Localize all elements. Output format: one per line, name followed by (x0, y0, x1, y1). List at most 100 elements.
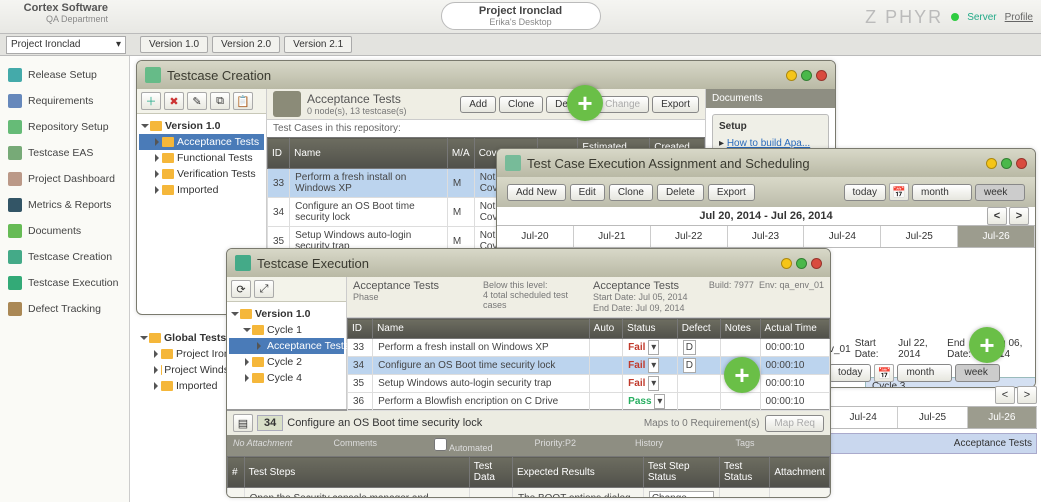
week-button-2[interactable]: week (955, 364, 1000, 382)
sidebar-item[interactable]: Documents (0, 218, 129, 244)
project-pill[interactable]: Project Ironclad Erika's Desktop (441, 2, 601, 30)
step-status-dropdown[interactable]: Change Status ▾ (649, 491, 714, 498)
close-icon[interactable] (811, 258, 822, 269)
sidebar-item[interactable]: Release Setup (0, 62, 129, 88)
close-icon[interactable] (1016, 158, 1027, 169)
col-header[interactable]: ID (268, 138, 290, 169)
month-button[interactable]: month (912, 184, 972, 201)
col-header[interactable]: Attachment (770, 457, 830, 488)
calendar-picker-icon[interactable]: 📅 (889, 183, 909, 201)
col-header[interactable]: Test Steps (244, 457, 469, 488)
add-cycle-overlay-button[interactable]: + (969, 327, 1005, 363)
day-cell[interactable]: Jul-26 (958, 226, 1035, 247)
tree-item[interactable]: Verification Tests (139, 166, 264, 182)
status-dropdown[interactable]: ▾ (654, 394, 665, 409)
week-button[interactable]: week (975, 184, 1025, 201)
sidebar-item[interactable]: Requirements (0, 88, 129, 114)
add-overlay-button[interactable]: + (567, 85, 603, 121)
expand-detail-icon[interactable]: ▤ (233, 414, 253, 432)
prev-button[interactable]: < (995, 386, 1015, 404)
edit-node-button[interactable]: ✎ (187, 92, 207, 110)
addnew-button[interactable]: Add New (507, 184, 566, 201)
day-cell[interactable]: Jul-25 (898, 407, 967, 428)
day-cell[interactable]: Jul-24 (829, 407, 898, 428)
sidebar-item[interactable]: Testcase Creation (0, 244, 129, 270)
sidebar-item[interactable]: Repository Setup (0, 114, 129, 140)
next-week-button[interactable]: > (1009, 207, 1029, 225)
col-header[interactable]: Test Data (469, 457, 512, 488)
status-dropdown[interactable]: ▾ (648, 340, 659, 355)
profile-link[interactable]: Profile (1005, 12, 1033, 23)
col-header[interactable]: Test Status (719, 457, 769, 488)
col-header[interactable]: Name (290, 138, 448, 169)
tree-item[interactable]: Acceptance Tests (139, 134, 264, 150)
day-cell[interactable]: Jul-26 (968, 407, 1037, 428)
expand-button[interactable]: ⤢ (254, 280, 274, 298)
maximize-icon[interactable] (796, 258, 807, 269)
version-tab[interactable]: Version 1.0 (140, 36, 208, 53)
version-tab[interactable]: Version 2.1 (284, 36, 352, 53)
defect-badge[interactable]: D (683, 340, 696, 355)
col-header[interactable]: Test Step Status (643, 457, 719, 488)
day-cell[interactable]: Jul-25 (881, 226, 958, 247)
defect-badge[interactable]: D (683, 358, 696, 373)
delete-node-button[interactable]: ✖ (164, 92, 184, 110)
minimize-icon[interactable] (986, 158, 997, 169)
tree-item[interactable]: Cycle 2 (229, 354, 344, 370)
clone-button[interactable]: Clone (499, 96, 543, 113)
server-label[interactable]: Server (967, 12, 996, 23)
add-button[interactable]: Add (460, 96, 496, 113)
edit-button[interactable]: Edit (570, 184, 605, 201)
col-header[interactable]: M/A (447, 138, 474, 169)
tree-item[interactable]: Cycle 1 (229, 322, 344, 338)
close-icon[interactable] (816, 70, 827, 81)
minimize-icon[interactable] (781, 258, 792, 269)
col-header[interactable]: Notes (720, 319, 760, 339)
col-header[interactable]: # (228, 457, 245, 488)
day-cell[interactable]: Jul-21 (574, 226, 651, 247)
maximize-icon[interactable] (1001, 158, 1012, 169)
add-exec-overlay-button[interactable]: + (724, 357, 760, 393)
exec-tree-root[interactable]: Version 1.0 (229, 306, 344, 322)
sidebar-item[interactable]: Defect Tracking (0, 296, 129, 322)
status-dropdown[interactable]: ▾ (648, 376, 659, 391)
add-node-button[interactable]: ＋ (141, 92, 161, 110)
col-header[interactable]: ID (348, 319, 373, 339)
clone-button[interactable]: Clone (609, 184, 653, 201)
col-header[interactable]: Status (623, 319, 678, 339)
col-header[interactable]: Actual Time (760, 319, 829, 339)
col-header[interactable]: Defect (677, 319, 720, 339)
release-selector[interactable]: Project Ironclad ▾ (6, 36, 126, 54)
col-header[interactable]: Expected Results (512, 457, 643, 488)
table-row[interactable]: 33Perform a fresh install on Windows XPF… (348, 339, 830, 357)
delete-button[interactable]: Delete (657, 184, 704, 201)
next-button[interactable]: > (1017, 386, 1037, 404)
sidebar-item[interactable]: Project Dashboard (0, 166, 129, 192)
status-dropdown[interactable]: ▾ (648, 358, 659, 373)
minimize-icon[interactable] (786, 70, 797, 81)
today-button[interactable]: today (844, 184, 886, 201)
refresh-button[interactable]: ⟳ (231, 280, 251, 298)
test-step-row[interactable]: 1 Open the Security console manager and … (228, 488, 830, 499)
today-button-2[interactable]: today (829, 364, 871, 382)
export-button[interactable]: Export (652, 96, 699, 113)
table-row[interactable]: 36Perform a Blowfish encription on C Dri… (348, 393, 830, 411)
sidebar-item[interactable]: Testcase Execution (0, 270, 129, 296)
month-button-2[interactable]: month (897, 364, 952, 382)
col-header[interactable]: Auto (589, 319, 623, 339)
maximize-icon[interactable] (801, 70, 812, 81)
sidebar-item[interactable]: Metrics & Reports (0, 192, 129, 218)
day-cell[interactable]: Jul-23 (728, 226, 805, 247)
export-button[interactable]: Export (708, 184, 755, 201)
version-tab[interactable]: Version 2.0 (212, 36, 280, 53)
copy-node-button[interactable]: ⧉ (210, 92, 230, 110)
day-cell[interactable]: Jul-24 (804, 226, 881, 247)
calendar-picker-icon[interactable]: 📅 (874, 364, 894, 382)
acceptance-bar[interactable]: Acceptance Tests (829, 433, 1037, 454)
tree-item[interactable]: Imported (139, 182, 264, 198)
sidebar-item[interactable]: Testcase EAS (0, 140, 129, 166)
tree-root[interactable]: Version 1.0 (139, 118, 264, 134)
tree-item[interactable]: Acceptance Tests (229, 338, 344, 354)
prev-week-button[interactable]: < (987, 207, 1007, 225)
day-cell[interactable]: Jul-20 (497, 226, 574, 247)
